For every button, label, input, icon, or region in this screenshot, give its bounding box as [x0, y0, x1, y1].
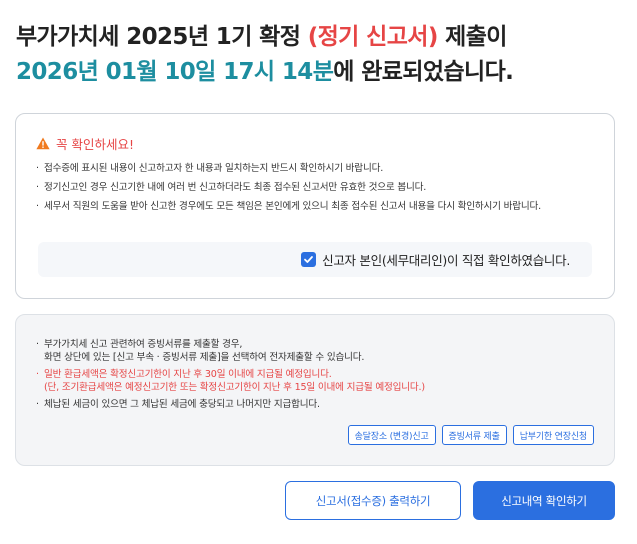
print-receipt-button[interactable]: 신고서(접수증) 출력하기	[285, 481, 461, 520]
info-text: 화면 상단에 있는 [신고 부속 · 증빙서류 제출]을 선택하여 전자제출할 …	[44, 352, 365, 363]
notice-list: 접수증에 표시된 내용이 신고하고자 한 내용과 일치하는지 반드시 확인하시기…	[36, 162, 596, 219]
notice-heading-text: 꼭 확인하세요!	[56, 137, 134, 152]
notice-item: 세무서 직원의 도움을 받아 신고한 경우에도 모든 책임은 본인에게 있으니 …	[36, 200, 596, 213]
info-box: 부가가치세 신고 관련하여 증빙서류를 제출할 경우, 화면 상단에 있는 [신…	[15, 314, 615, 466]
confirm-checkbox[interactable]	[301, 252, 317, 267]
view-history-button[interactable]: 신고내역 확인하기	[473, 481, 615, 520]
info-item-arrears: 체납된 세금이 있으면 그 체납된 세금에 충당되고 나머지만 지급합니다.	[36, 398, 596, 411]
info-text: 일반 환급세액은 확정신고기한이 지난 후 30일 이내에 지급될 예정입니다.	[44, 369, 332, 380]
notice-heading: 꼭 확인하세요!	[36, 134, 134, 153]
info-text: 부가가치세 신고 관련하여 증빙서류를 제출할 경우,	[44, 339, 243, 350]
notice-item: 접수증에 표시된 내용이 신고하고자 한 내용과 일치하는지 반드시 확인하시기…	[36, 162, 596, 175]
page-title: 부가가치세 2025년 1기 확정 (정기 신고서) 제출이 2026년 01월…	[16, 20, 626, 90]
check-icon	[304, 256, 314, 263]
title-complete: 완료	[361, 59, 403, 85]
title-mid: 에	[333, 59, 362, 85]
title-suffix: 제출이	[437, 24, 507, 50]
title-datetime: 2026년 01월 10일 17시 14분	[16, 59, 334, 85]
info-text: (단, 조기환급세액은 예정신고기한 또는 확정신고기한이 지난 후 15일 이…	[44, 382, 425, 393]
info-item-refund: 일반 환급세액은 확정신고기한이 지난 후 30일 이내에 지급될 예정입니다.…	[36, 368, 596, 394]
confirm-label[interactable]: 신고자 본인(세무대리인)이 직접 확인하였습니다.	[322, 250, 570, 269]
title-return-type: (정기 신고서)	[307, 24, 439, 50]
title-period: 2025년 1기 확정	[126, 24, 308, 50]
payment-extension-button[interactable]: 납부기한 연장신청	[512, 425, 594, 445]
info-button-group: 송달장소 (변경)신고 증빙서류 제출 납부기한 연장신청	[347, 425, 594, 445]
evidence-submit-button[interactable]: 증빙서류 제출	[441, 425, 507, 445]
delivery-address-change-button[interactable]: 송달장소 (변경)신고	[347, 425, 436, 445]
info-item-evidence: 부가가치세 신고 관련하여 증빙서류를 제출할 경우, 화면 상단에 있는 [신…	[36, 338, 596, 364]
action-buttons: 신고서(접수증) 출력하기 신고내역 확인하기	[285, 481, 615, 520]
title-prefix: 부가가치세	[16, 24, 127, 50]
title-end: 되었습니다.	[402, 59, 514, 85]
warning-icon	[36, 137, 50, 150]
notice-item: 정기신고인 경우 신고기한 내에 여러 번 신고하더라도 최종 접수된 신고서만…	[36, 181, 596, 194]
info-list: 부가가치세 신고 관련하여 증빙서류를 제출할 경우, 화면 상단에 있는 [신…	[36, 338, 596, 415]
notice-box: 꼭 확인하세요! 접수증에 표시된 내용이 신고하고자 한 내용과 일치하는지 …	[15, 113, 615, 299]
confirm-row[interactable]: 신고자 본인(세무대리인)이 직접 확인하였습니다.	[38, 242, 592, 277]
